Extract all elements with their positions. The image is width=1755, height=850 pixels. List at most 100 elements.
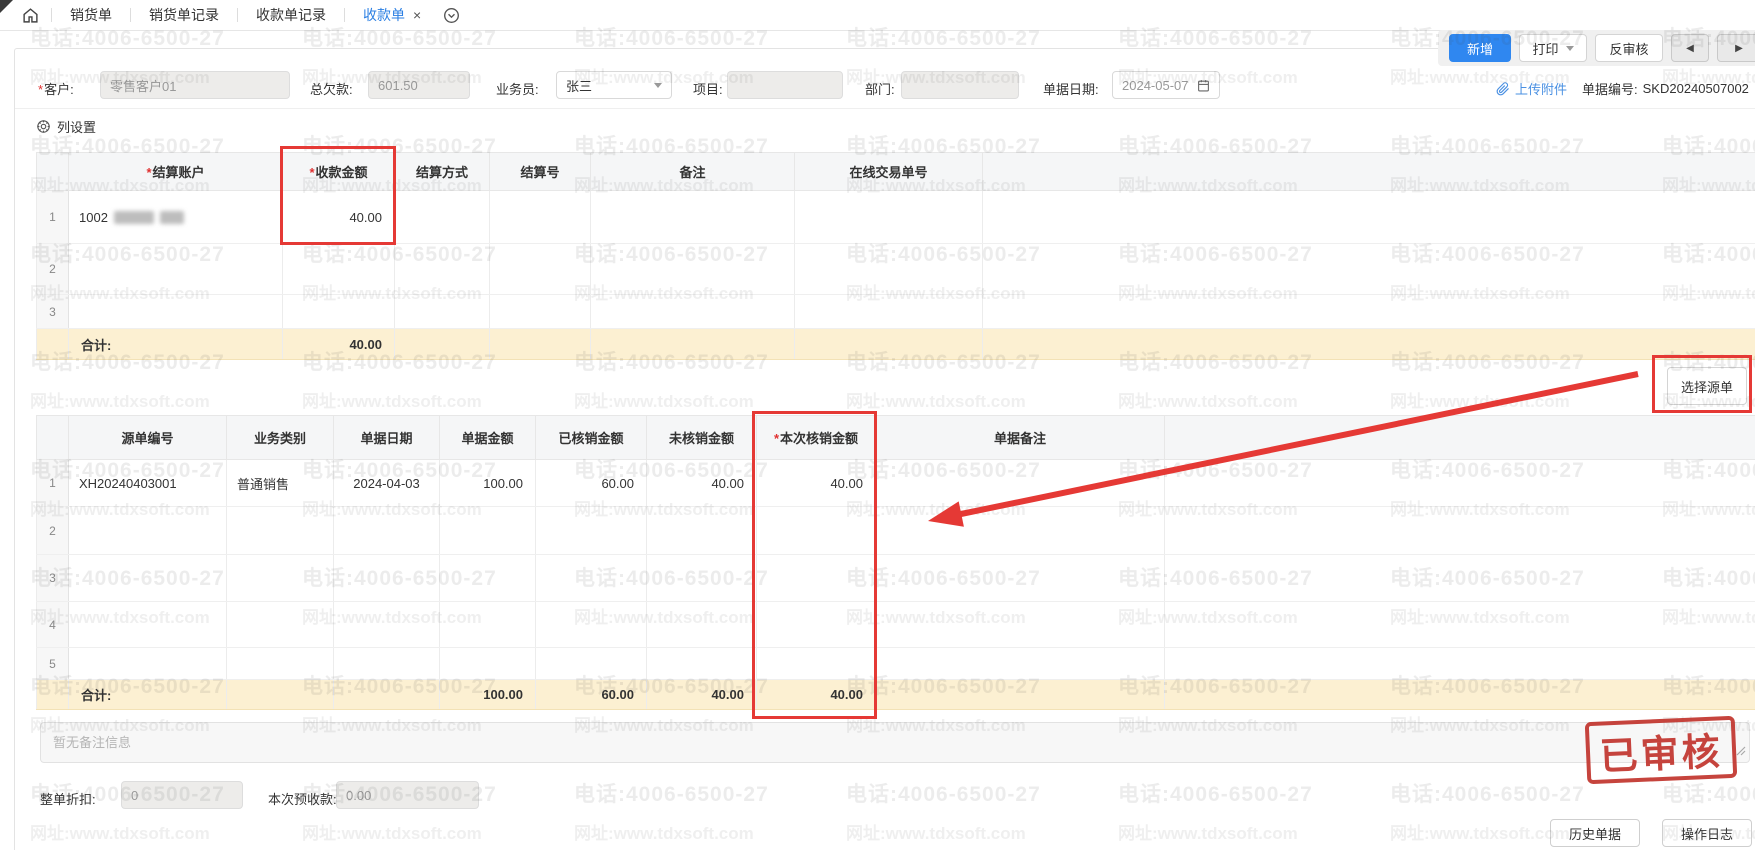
total-receipt-amount: 40.00	[283, 329, 395, 360]
settlement-header-row: *结算账户 *收款金额 结算方式 结算号 备注 在线交易单号	[37, 153, 1755, 191]
approved-stamp: 已审核	[1585, 716, 1738, 784]
source-header-row: 源单编号 业务类别 单据日期 单据金额 已核销金额 未核销金额 *本次核销金额 …	[37, 416, 1755, 460]
settle-method-cell[interactable]	[395, 191, 490, 244]
receipt-amount-cell[interactable]: 40.00	[283, 191, 395, 244]
current-writeoff-cell[interactable]: 40.00	[757, 460, 876, 507]
account-cell[interactable]	[69, 244, 283, 295]
tab-receipt-records[interactable]: 收款单记录	[240, 5, 342, 25]
gear-icon	[36, 119, 51, 134]
close-tab-icon[interactable]: ×	[413, 8, 421, 22]
col-settle-method: 结算方式	[395, 153, 490, 191]
chevron-down-icon	[654, 83, 662, 88]
doc-no-label: 单据编号:	[1582, 79, 1638, 98]
total-doc-amount: 100.00	[440, 680, 536, 710]
add-button[interactable]: 新增	[1449, 34, 1511, 62]
total-due-label: 总欠款:	[310, 79, 353, 98]
redacted-text	[114, 211, 154, 224]
resize-handle-icon[interactable]	[1736, 744, 1746, 759]
biz-type-cell[interactable]: 普通销售	[227, 460, 334, 507]
settle-no-cell[interactable]	[490, 191, 591, 244]
customer-label: *客户:	[38, 79, 74, 98]
table-row: 2	[37, 507, 1755, 555]
source-doc-table: 源单编号 业务类别 单据日期 单据金额 已核销金额 未核销金额 *本次核销金额 …	[36, 415, 1755, 710]
payment-receipt-page: 销货单 销货单记录 收款单记录 收款单 × 新增 打印 反审核 ◀ ▶	[0, 0, 1755, 850]
home-icon[interactable]	[22, 7, 39, 24]
table-row: 2	[37, 244, 1755, 295]
tab-sales-order-records[interactable]: 销货单记录	[133, 5, 235, 25]
print-button-label: 打印	[1532, 39, 1558, 58]
section-divider	[15, 108, 1755, 109]
salesman-value: 张三	[566, 76, 592, 95]
upload-attachment-link[interactable]: 上传附件	[1515, 79, 1567, 98]
total-unsettled: 40.00	[647, 680, 757, 710]
col-current-writeoff: *本次核销金额	[757, 416, 876, 460]
tab-separator	[344, 8, 345, 22]
operation-log-button[interactable]: 操作日志	[1662, 819, 1752, 847]
customer-field: 零售客户01	[100, 71, 290, 99]
col-doc-amount: 单据金额	[440, 416, 536, 460]
col-online-txn-no: 在线交易单号	[795, 153, 983, 191]
col-filler	[983, 153, 1755, 191]
tab-separator	[130, 8, 131, 22]
col-doc-date: 单据日期	[334, 416, 440, 460]
table-row: 3	[37, 555, 1755, 602]
tab-separator	[51, 8, 52, 22]
tab-payment-receipt-label: 收款单	[363, 5, 405, 25]
doc-remark-cell[interactable]	[876, 460, 1165, 507]
salesman-label: 业务员:	[496, 79, 539, 98]
account-cell[interactable]	[69, 295, 283, 329]
tab-list-icon[interactable]	[443, 7, 460, 24]
history-docs-button[interactable]: 历史单据	[1550, 819, 1640, 847]
settled-cell[interactable]: 60.00	[536, 460, 647, 507]
settlement-table: *结算账户 *收款金额 结算方式 结算号 备注 在线交易单号 1 1002 40…	[36, 152, 1755, 360]
select-source-button[interactable]: 选择源单	[1667, 367, 1747, 405]
unsettled-cell[interactable]: 40.00	[647, 460, 757, 507]
discount-field: 0	[121, 781, 243, 809]
chevron-down-icon	[1566, 46, 1574, 51]
unapprove-button[interactable]: 反审核	[1595, 34, 1663, 62]
table-row: 4	[37, 602, 1755, 648]
calendar-icon[interactable]	[1197, 79, 1210, 92]
prepay-field: 0.00	[336, 781, 479, 809]
doc-date-cell[interactable]: 2024-04-03	[334, 460, 440, 507]
date-label: 单据日期:	[1043, 79, 1099, 98]
salesman-select[interactable]: 张三	[556, 71, 672, 99]
col-filler	[1165, 416, 1755, 460]
paperclip-icon	[1496, 82, 1510, 96]
table-row: 3	[37, 295, 1755, 329]
col-doc-remark: 单据备注	[876, 416, 1165, 460]
print-button[interactable]: 打印	[1519, 34, 1587, 62]
col-receipt-amount: *收款金额	[283, 153, 395, 191]
row-number-header	[37, 153, 69, 191]
doc-amount-cell[interactable]: 100.00	[440, 460, 536, 507]
col-biz-type: 业务类别	[227, 416, 334, 460]
tab-sales-order[interactable]: 销货单	[54, 5, 128, 25]
source-no-cell[interactable]: XH20240403001	[69, 460, 227, 507]
source-total-row: 合计: 100.00 60.00 40.00 40.00	[37, 680, 1755, 710]
doc-no-value: SKD20240507002	[1643, 81, 1749, 96]
online-txn-cell[interactable]	[795, 191, 983, 244]
project-label: 项目:	[693, 79, 723, 98]
remark-textarea[interactable]: 暂无备注信息	[40, 722, 1750, 763]
discount-label: 整单折扣:	[40, 789, 96, 808]
total-label: 合计:	[69, 329, 283, 360]
col-unsettled-amount: 未核销金额	[647, 416, 757, 460]
prepay-label: 本次预收款:	[268, 789, 337, 808]
tab-payment-receipt[interactable]: 收款单 ×	[347, 5, 437, 25]
col-settled-amount: 已核销金额	[536, 416, 647, 460]
account-cell[interactable]: 1002	[69, 191, 283, 244]
date-field[interactable]: 2024-05-07	[1112, 71, 1220, 99]
table-row: 5	[37, 648, 1755, 680]
next-record-button[interactable]: ▶	[1717, 34, 1755, 62]
table-row: 1 XH20240403001 普通销售 2024-04-03 100.00 6…	[37, 460, 1755, 507]
remark-cell[interactable]	[591, 191, 795, 244]
total-label: 合计:	[69, 680, 227, 710]
col-account: *结算账户	[69, 153, 283, 191]
prev-record-button[interactable]: ◀	[1671, 34, 1709, 62]
remark-placeholder: 暂无备注信息	[53, 735, 131, 750]
project-field	[727, 71, 843, 99]
col-source-no: 源单编号	[69, 416, 227, 460]
column-settings-button[interactable]: 列设置	[36, 117, 96, 136]
settlement-total-row: 合计: 40.00	[37, 329, 1755, 360]
total-current-writeoff: 40.00	[757, 680, 876, 710]
